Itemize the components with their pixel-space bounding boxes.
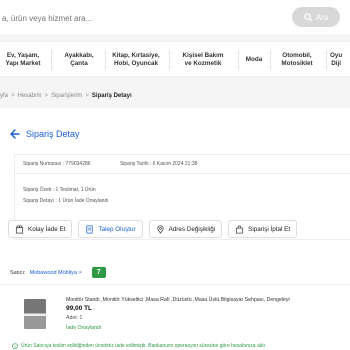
refund-notice-text: Ürün Satıcıya teslim edildiğinden ücreti… — [21, 343, 266, 349]
category-label: Diji — [331, 60, 342, 67]
document-icon — [86, 224, 94, 234]
easy-return-button[interactable]: Kolay İade Et — [8, 220, 73, 238]
category-label: Kişisel Bakım — [182, 51, 224, 59]
category-label: Ayakkabı, — [64, 51, 94, 59]
category-label: Yapı Market — [5, 60, 41, 67]
seller-name-link[interactable]: Mobawood Mobilya > — [30, 270, 82, 276]
category-label: Oyu — [330, 51, 343, 59]
category-games-digital[interactable]: Oyu Diji — [330, 42, 350, 78]
search-button[interactable]: Ara — [292, 7, 340, 27]
seller-label: Satıcı: — [10, 269, 26, 276]
category-books-hobby[interactable]: Kitap, Kırtasiye, Hobi, Oyuncak — [106, 42, 166, 78]
product-title[interactable]: Monitör Standı ,Monitör Yükseltici ,Masa… — [66, 297, 290, 303]
bag-icon — [236, 225, 244, 234]
category-personal-care[interactable]: Kişisel Bakım ve Kozmetik — [172, 42, 234, 78]
category-fashion[interactable]: Moda — [240, 42, 268, 78]
category-shoes-bags[interactable]: Ayakkabı, Çanta — [54, 42, 104, 78]
address-change-button[interactable]: Adres Değişikliği — [148, 220, 223, 238]
category-label: Moda — [245, 55, 263, 63]
create-request-button[interactable]: Talep Oluştur — [78, 220, 143, 238]
breadcrumb-separator: > — [44, 93, 49, 99]
product-quantity: Adet: 1 — [66, 315, 83, 321]
cancel-order-button[interactable]: Siparişi İptal Et — [228, 220, 298, 238]
return-box-icon — [15, 224, 24, 234]
category-label: Çanta — [70, 60, 88, 67]
order-date-label: Sipariş Tarihi : — [119, 161, 152, 167]
breadcrumb-separator: > — [85, 93, 89, 99]
address-change-label: Adres Değişikliği — [168, 225, 216, 233]
category-label: Kitap, Kırtasiye, — [112, 51, 160, 59]
cancel-order-label: Siparişi İptal Et — [248, 225, 291, 233]
back-arrow-icon[interactable] — [8, 128, 20, 140]
search-icon — [304, 12, 313, 22]
order-number-value: 779034286 — [65, 161, 91, 167]
breadcrumb-orders[interactable]: Siparişlerim — [51, 93, 82, 99]
order-meta-row: Sipariş Numarası : 779034286 Sipariş Tar… — [23, 161, 225, 167]
breadcrumb-account[interactable]: Hesabım — [18, 93, 42, 99]
search-input[interactable] — [0, 7, 286, 29]
category-automotive[interactable]: Otomobil, Motosiklet — [272, 42, 322, 78]
order-summary: Sipariş Özeti : 1 Teslimat, 1 Ürün — [23, 187, 96, 193]
breadcrumb: yfa > Hesabım > Siparişlerim > Sipariş D… — [0, 91, 135, 101]
category-label: Motosiklet — [281, 60, 313, 67]
seller-row: Satıcı: Mobawood Mobilya > 7 — [10, 267, 106, 278]
search-button-label: Ara — [315, 12, 329, 22]
return-status: İade Onaylandı — [66, 325, 102, 331]
breadcrumb-current: Sipariş Detayı — [91, 93, 132, 99]
page-title: Sipariş Detay — [26, 129, 80, 139]
order-detail-status: Sipariş Detayı : 1 Ürün İade Onaylandı — [23, 198, 109, 204]
product-row: Monitör Standı ,Monitör Yükseltici ,Masa… — [0, 284, 350, 342]
category-home-living[interactable]: Ev, Yaşam, Yapı Market — [0, 42, 49, 78]
category-label: ve Kozmetik — [184, 60, 222, 67]
page-header: Sipariş Detay — [8, 128, 80, 140]
breadcrumb-home[interactable]: yfa — [0, 93, 8, 99]
category-nav: Ev, Yaşam, Yapı Market Ayakkabı, Çanta Kit… — [0, 41, 350, 77]
top-search-bar: Ara — [0, 0, 350, 34]
category-label: Otomobil, — [282, 51, 312, 59]
product-price: 99,00 TL — [66, 305, 93, 312]
divider — [15, 173, 350, 174]
order-number-label: Sipariş Numarası : — [23, 161, 65, 167]
category-label: Ev, Yaşam, — [6, 51, 40, 59]
easy-return-label: Kolay İade Et — [28, 225, 66, 233]
product-thumbnail[interactable] — [24, 299, 46, 329]
location-pin-icon — [156, 224, 164, 234]
refund-notice: Ürün Satıcıya teslim edildiğinden ücreti… — [12, 341, 350, 350]
breadcrumb-separator: > — [11, 93, 15, 99]
create-request-label: Talep Oluştur — [98, 225, 136, 233]
order-summary-block: Sipariş Özeti : 1 Teslimat, 1 Ürün Sipar… — [23, 185, 109, 207]
order-date-value: 6 Kasım 2024 21:38 — [152, 161, 198, 167]
info-icon — [12, 343, 18, 349]
seller-score-badge: 7 — [91, 267, 106, 278]
category-label: Hobi, Oyuncak — [113, 60, 159, 67]
order-actions: Kolay İade Et Talep Oluştur Adres Değişi… — [8, 220, 298, 238]
order-detail-card: Sipariş Detay Sipariş Numarası : 7790342… — [0, 108, 350, 350]
